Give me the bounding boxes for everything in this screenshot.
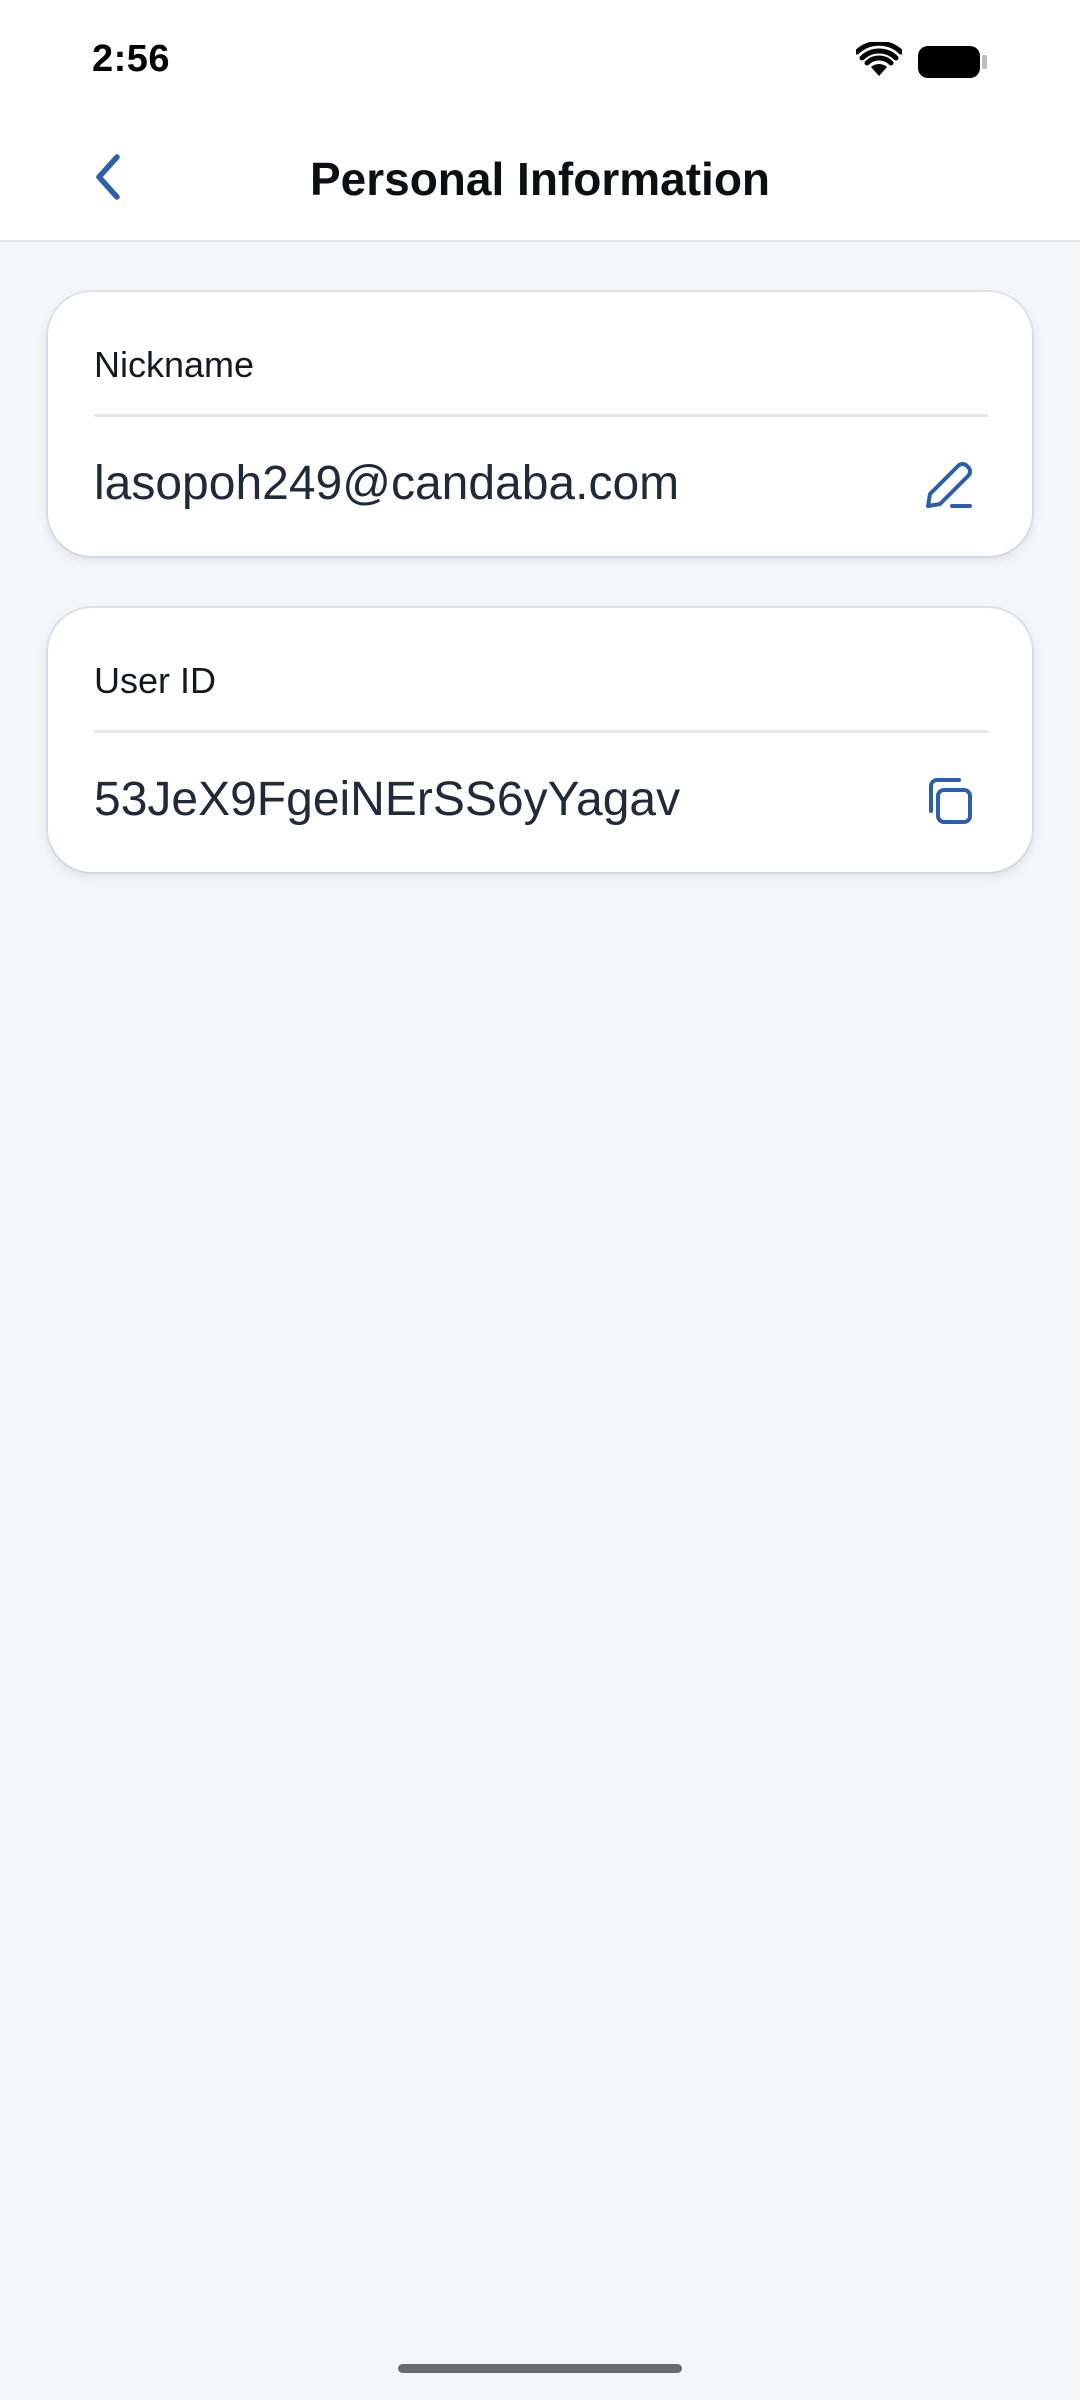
user-id-value: 53JeX9FgeiNErSS6yYagav <box>94 773 681 826</box>
copy-user-id-button[interactable] <box>916 768 982 834</box>
nickname-label: Nickname <box>94 344 255 385</box>
edit-nickname-button[interactable] <box>916 452 982 518</box>
header-bar: Personal Information <box>0 122 1080 242</box>
status-bar: 2:56 <box>0 0 1080 122</box>
nickname-card: Nickname lasopoh249@candaba.com <box>48 292 1032 556</box>
edit-pencil-icon <box>926 462 972 508</box>
nickname-value: lasopoh249@candaba.com <box>94 457 680 510</box>
divider <box>94 730 988 733</box>
personal-information-screen: 2:56 Personal Information Nickname lasop… <box>0 0 1080 2400</box>
page-title: Personal Information <box>309 153 771 205</box>
divider <box>94 414 988 417</box>
status-time: 2:56 <box>92 38 171 80</box>
copy-icon <box>929 778 972 824</box>
user-id-card: User ID 53JeX9FgeiNErSS6yYagav <box>48 608 1032 872</box>
user-id-label: User ID <box>94 660 217 701</box>
home-indicator[interactable] <box>398 2364 682 2373</box>
battery-icon <box>918 46 987 78</box>
wifi-icon <box>856 42 902 76</box>
